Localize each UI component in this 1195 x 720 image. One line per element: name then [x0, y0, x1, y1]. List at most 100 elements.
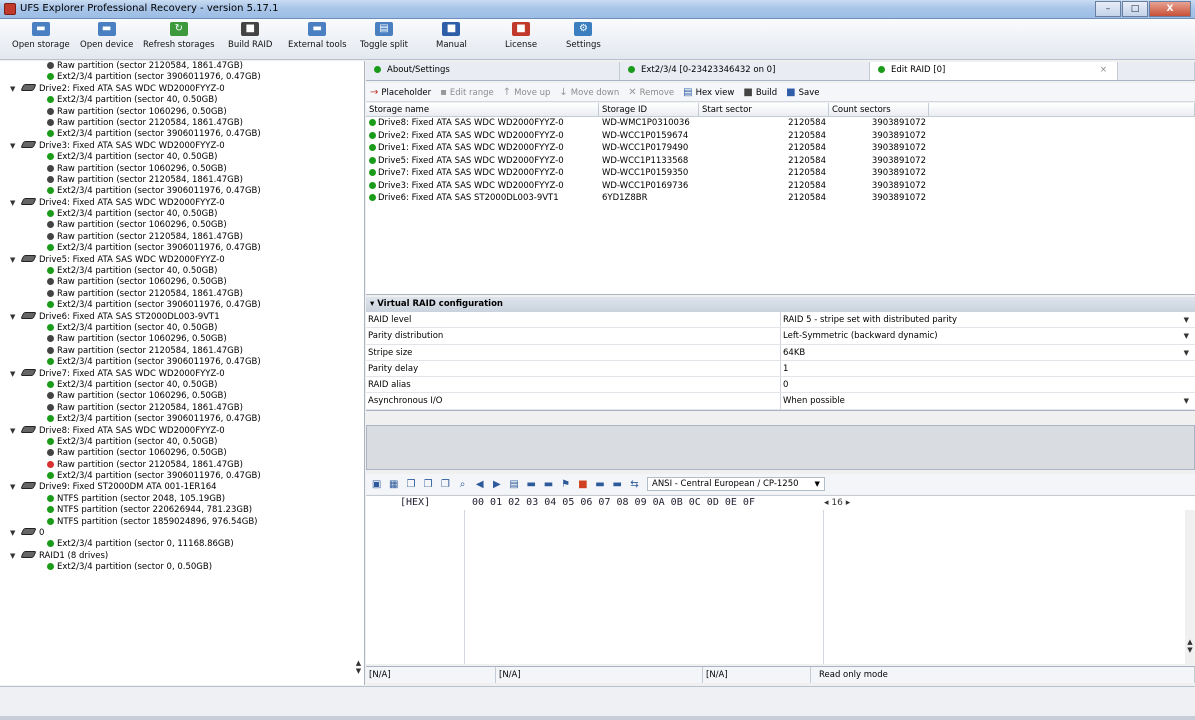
expand-arrow-icon[interactable]: ▼ [10, 426, 15, 437]
bookmark-icon[interactable]: ▬ [525, 479, 537, 490]
tree-partition-node[interactable]: Raw partition (sector 2120584, 1861.47GB… [0, 346, 364, 357]
column-header[interactable]: Storage name [366, 103, 599, 116]
config-value[interactable]: 64KB ▼ [781, 345, 1195, 360]
tree-partition-node[interactable]: NTFS partition (sector 2048, 105.19GB) [0, 494, 364, 505]
tree-partition-node[interactable]: Ext2/3/4 partition (sector 40, 0.50GB) [0, 437, 364, 448]
move-down-button[interactable]: ↓ Move down [559, 87, 619, 98]
tree-drive-node[interactable]: ▼ Drive3: Fixed ATA SAS WDC WD2000FYYZ-0 [0, 140, 364, 152]
copy-icon[interactable]: ❐ [405, 479, 417, 490]
compare2-icon[interactable]: ▬ [611, 479, 623, 490]
config-value[interactable]: 0 [781, 377, 1195, 392]
tree-partition-node[interactable]: Ext2/3/4 partition (sector 3906011976, 0… [0, 357, 364, 368]
tab-2[interactable]: Edit RAID [0] × [870, 62, 1118, 80]
expand-arrow-icon[interactable]: ▼ [10, 198, 15, 209]
table-icon[interactable]: ▦ [388, 479, 400, 490]
table-row[interactable]: Drive7: Fixed ATA SAS WDC WD2000FYYZ-0 WD… [366, 167, 1195, 180]
tree-partition-node[interactable]: Raw partition (sector 2120584, 1861.47GB… [0, 118, 364, 129]
goto-icon[interactable]: ▤ [508, 479, 520, 490]
tree-partition-node[interactable]: Ext2/3/4 partition (sector 3906011976, 0… [0, 72, 364, 83]
minimize-button[interactable]: – [1095, 1, 1121, 17]
toolbar-button-settings[interactable]: ⚙ Settings [566, 22, 601, 58]
chevron-down-icon[interactable]: ▼ [1184, 328, 1189, 344]
tree-drive-node[interactable]: ▼ RAID1 (8 drives) [0, 550, 364, 562]
tab-1[interactable]: Ext2/3/4 [0-23423346432 on 0] [620, 62, 870, 80]
paste-icon[interactable]: ❐ [422, 479, 434, 490]
tree-partition-node[interactable]: Ext2/3/4 partition (sector 40, 0.50GB) [0, 152, 364, 163]
toolbar-button-license[interactable]: ■ License [505, 22, 537, 58]
tree-partition-node[interactable]: Raw partition (sector 1060296, 0.50GB) [0, 220, 364, 231]
encoding-select[interactable]: ANSI - Central European / CP-1250 ▼ [647, 477, 825, 491]
sync-icon[interactable]: ⇆ [628, 479, 640, 490]
build-button[interactable]: ■ Build [743, 87, 777, 98]
tree-drive-node[interactable]: ▼ Drive5: Fixed ATA SAS WDC WD2000FYYZ-0 [0, 254, 364, 266]
close-button[interactable]: X [1149, 1, 1191, 17]
tree-drive-node[interactable]: ▼ Drive4: Fixed ATA SAS WDC WD2000FYYZ-0 [0, 197, 364, 209]
table-row[interactable]: Drive5: Fixed ATA SAS WDC WD2000FYYZ-0 WD… [366, 155, 1195, 168]
maximize-button[interactable]: □ [1122, 1, 1148, 17]
tree-drive-node[interactable]: ▼ Drive2: Fixed ATA SAS WDC WD2000FYYZ-0 [0, 83, 364, 95]
table-row[interactable]: Drive8: Fixed ATA SAS WDC WD2000FYYZ-0 WD… [366, 117, 1195, 130]
toolbar-button-open-storage[interactable]: ▬ Open storage [12, 22, 70, 58]
move-up-button[interactable]: ↑ Move up [503, 87, 551, 98]
tree-partition-node[interactable]: Raw partition (sector 1060296, 0.50GB) [0, 334, 364, 345]
flag-icon[interactable]: ⚑ [560, 479, 572, 490]
expand-arrow-icon[interactable]: ▼ [10, 551, 15, 562]
bytes-per-row-control[interactable]: ◂ 16 ▸ [824, 496, 850, 510]
expand-arrow-icon[interactable]: ▼ [10, 84, 15, 95]
tree-partition-node[interactable]: Ext2/3/4 partition (sector 3906011976, 0… [0, 186, 364, 197]
tree-drive-node[interactable]: ▼ Drive7: Fixed ATA SAS WDC WD2000FYYZ-0 [0, 368, 364, 380]
placeholder-button[interactable]: → Placeholder [370, 87, 431, 98]
hex-scrollbar[interactable]: ▲ ▼ [1185, 510, 1195, 665]
remove-button[interactable]: ✕ Remove [628, 87, 674, 98]
tree-drive-node[interactable]: ▼ Drive8: Fixed ATA SAS WDC WD2000FYYZ-0 [0, 425, 364, 437]
config-value[interactable]: 1 [781, 361, 1195, 376]
hex-view[interactable]: [HEX] 00 01 02 03 04 05 06 07 08 09 0A 0… [366, 495, 1195, 665]
back-icon[interactable]: ◀ [474, 479, 486, 490]
table-row[interactable]: Drive3: Fixed ATA SAS WDC WD2000FYYZ-0 WD… [366, 180, 1195, 193]
tree-partition-node[interactable]: Ext2/3/4 partition (sector 3906011976, 0… [0, 414, 364, 425]
tree-partition-node[interactable]: Raw partition (sector 2120584, 1861.47GB… [0, 403, 364, 414]
forward-icon[interactable]: ▶ [491, 479, 503, 490]
toolbar-button-external-tools[interactable]: ▬ External tools [288, 22, 347, 58]
tree-scroll-buttons[interactable]: ▲ ▼ [352, 659, 365, 685]
tree-partition-node[interactable]: Ext2/3/4 partition (sector 3906011976, 0… [0, 243, 364, 254]
config-header[interactable]: ▾ Virtual RAID configuration [366, 297, 1195, 312]
column-header[interactable]: Count sectors [829, 103, 929, 116]
tree-partition-node[interactable]: Raw partition (sector 2120584, 1861.47GB… [0, 289, 364, 300]
tree-partition-node[interactable]: Raw partition (sector 1060296, 0.50GB) [0, 107, 364, 118]
expand-arrow-icon[interactable]: ▼ [10, 369, 15, 380]
chevron-down-icon[interactable]: ▼ [1184, 393, 1189, 409]
tree-partition-node[interactable]: Ext2/3/4 partition (sector 3906011976, 0… [0, 300, 364, 311]
chevron-down-icon[interactable]: ▼ [1184, 345, 1189, 361]
chevron-down-icon[interactable]: ▼ [1184, 312, 1189, 328]
tree-partition-node[interactable]: NTFS partition (sector 1859024896, 976.5… [0, 517, 364, 528]
tree-partition-node[interactable]: Raw partition (sector 2120584, 1861.47GB… [0, 232, 364, 243]
tree-partition-node[interactable]: Ext2/3/4 partition (sector 0, 0.50GB) [0, 562, 364, 573]
column-header[interactable] [929, 103, 1195, 116]
toolbar-button-refresh-storages[interactable]: ↻ Refresh storages [143, 22, 215, 58]
column-header[interactable]: Start sector [699, 103, 829, 116]
tree-partition-node[interactable]: NTFS partition (sector 220626944, 781.23… [0, 505, 364, 516]
save-icon[interactable]: ▣ [371, 479, 383, 490]
tree-partition-node[interactable]: Ext2/3/4 partition (sector 0, 11168.86GB… [0, 539, 364, 550]
expand-arrow-icon[interactable]: ▼ [10, 141, 15, 152]
page-icon[interactable]: ❐ [439, 479, 451, 490]
save-button[interactable]: ■ Save [786, 87, 819, 98]
red-mark-icon[interactable]: ■ [577, 479, 589, 490]
tree-partition-node[interactable]: Ext2/3/4 partition (sector 40, 0.50GB) [0, 266, 364, 277]
find-icon[interactable]: ⌕ [457, 479, 469, 490]
tree-partition-node[interactable]: Raw partition (sector 2120584, 1861.47GB… [0, 175, 364, 186]
tree-partition-node[interactable]: Ext2/3/4 partition (sector 40, 0.50GB) [0, 209, 364, 220]
edit-range-button[interactable]: ▪ Edit range [440, 87, 494, 98]
tree-partition-node[interactable]: Ext2/3/4 partition (sector 3906011976, 0… [0, 471, 364, 482]
tree-partition-node[interactable]: Ext2/3/4 partition (sector 40, 0.50GB) [0, 323, 364, 334]
tree-partition-node[interactable]: Raw partition (sector 1060296, 0.50GB) [0, 448, 364, 459]
config-value[interactable]: When possible ▼ [781, 393, 1195, 408]
toolbar-button-build-raid[interactable]: ■ Build RAID [228, 22, 272, 58]
tab-0[interactable]: About/Settings [366, 62, 620, 80]
table-row[interactable]: Drive2: Fixed ATA SAS WDC WD2000FYYZ-0 WD… [366, 130, 1195, 143]
table-row[interactable]: Drive6: Fixed ATA SAS ST2000DL003-9VT1 6Y… [366, 192, 1195, 205]
expand-arrow-icon[interactable]: ▼ [10, 312, 15, 323]
column-header[interactable]: Storage ID [599, 103, 699, 116]
config-value[interactable]: RAID 5 - stripe set with distributed par… [781, 312, 1195, 327]
